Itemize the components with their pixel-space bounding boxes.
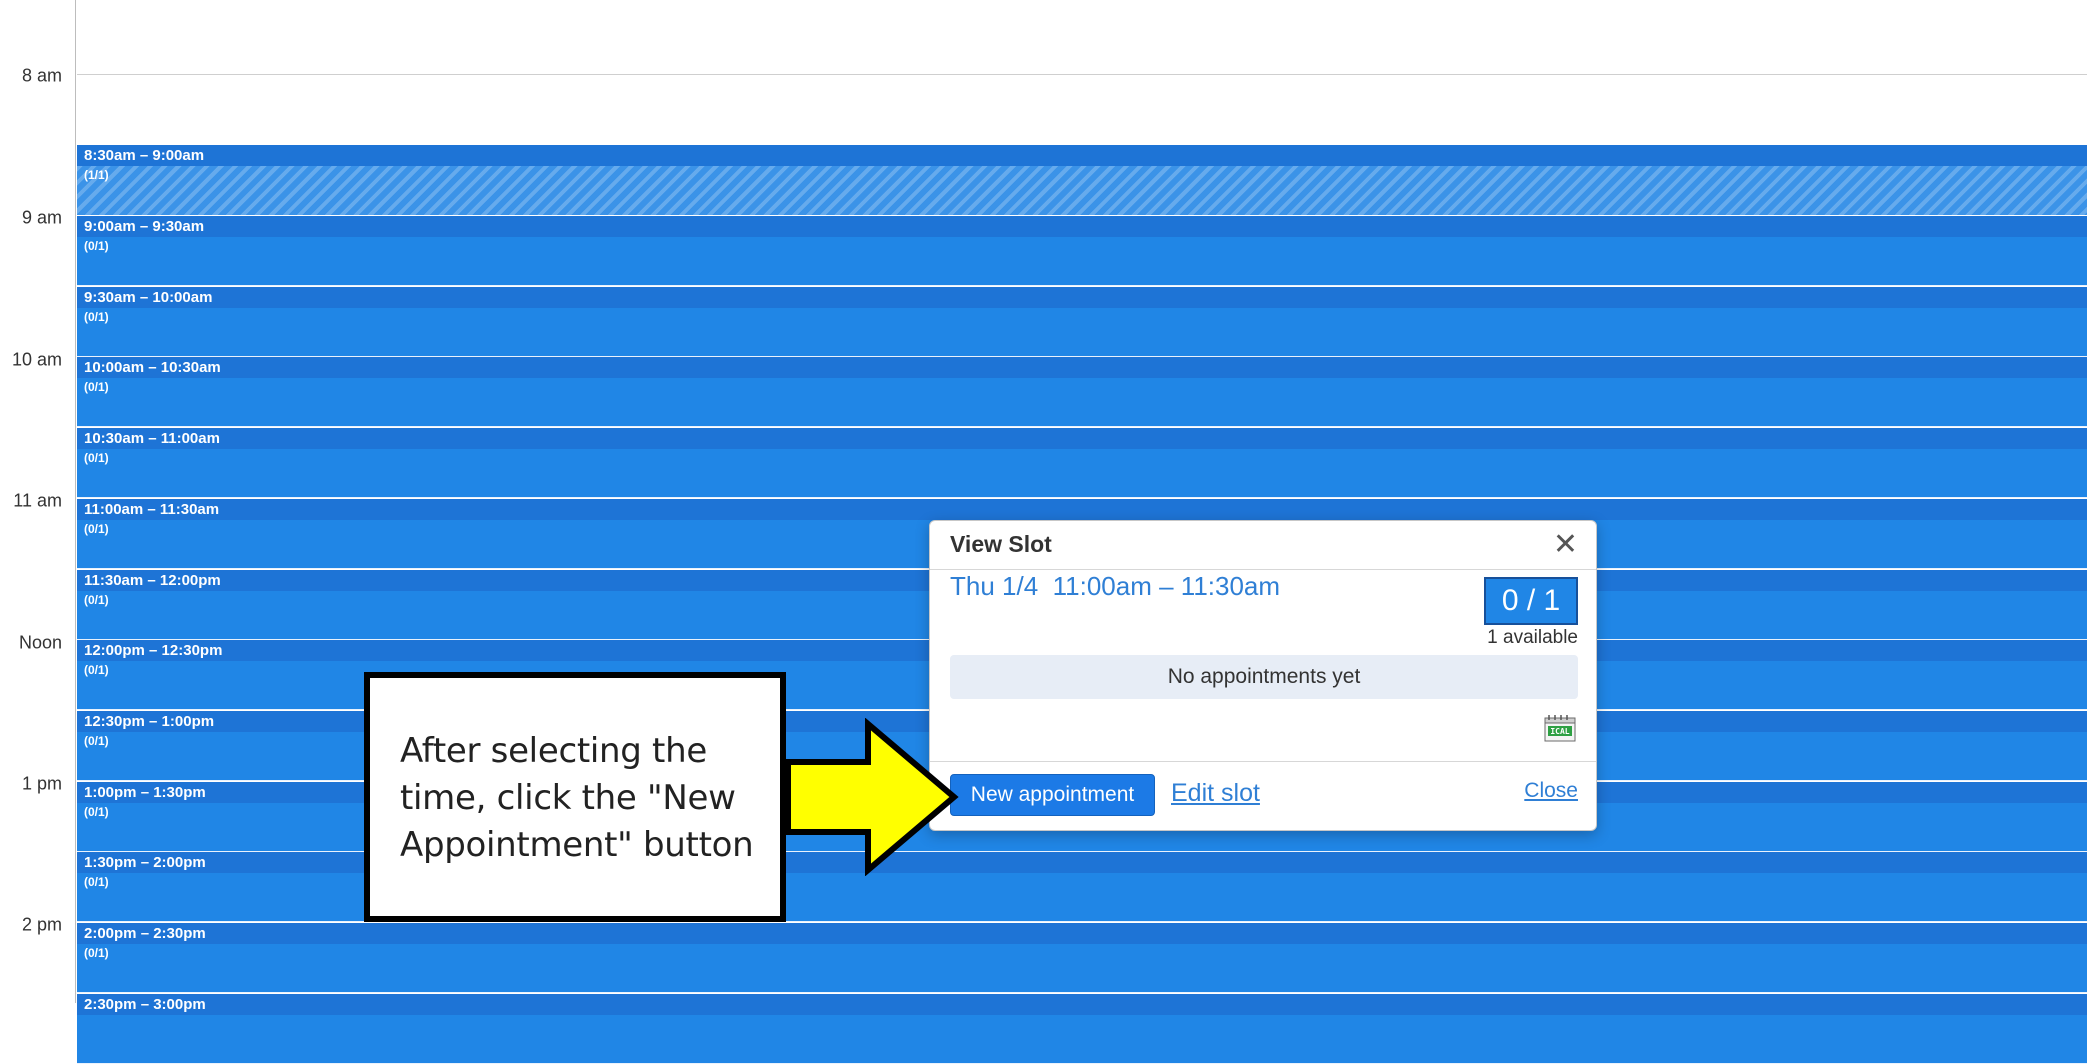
arrow-right-icon bbox=[785, 718, 959, 876]
time-slot[interactable]: 9:30am – 10:00am (0/1) bbox=[77, 287, 2087, 357]
slot-time: 11:30am – 12:00pm bbox=[84, 572, 221, 589]
new-appointment-button[interactable]: New appointment bbox=[950, 774, 1155, 816]
divider bbox=[930, 569, 1596, 570]
slot-count: (0/1) bbox=[84, 451, 109, 465]
availability-label: 1 available bbox=[1487, 627, 1578, 648]
hour-label: 10 am bbox=[11, 349, 62, 370]
hour-label: 8 am bbox=[21, 65, 62, 86]
hour-label: 2 pm bbox=[21, 914, 62, 935]
hour-label: 9 am bbox=[21, 207, 62, 228]
divider bbox=[930, 761, 1596, 762]
slot-time: 1:30pm – 2:00pm bbox=[84, 854, 206, 871]
slot-date: Thu 1/4 bbox=[950, 571, 1039, 601]
slot-time: 11:00am – 11:30am bbox=[84, 501, 220, 518]
hour-label: 11 am bbox=[13, 490, 62, 511]
slot-time: 10:30am – 11:00am bbox=[84, 430, 220, 447]
time-slot[interactable]: 2:30pm – 3:00pm bbox=[77, 994, 2087, 1064]
time-slot[interactable]: 2:00pm – 2:30pm (0/1) bbox=[77, 923, 2087, 993]
slot-count: (1/1) bbox=[84, 168, 109, 182]
slot-time: 2:30pm – 3:00pm bbox=[84, 996, 206, 1013]
slot-time: 12:00pm – 12:30pm bbox=[84, 642, 223, 659]
instruction-callout: After selecting the time, click the "New… bbox=[364, 672, 786, 922]
slot-count: (0/1) bbox=[84, 380, 109, 394]
slot-count: (0/1) bbox=[84, 805, 109, 819]
slot-time: 12:30pm – 1:00pm bbox=[84, 713, 215, 730]
close-link[interactable]: Close bbox=[1524, 779, 1578, 803]
slot-time: 10:00am – 10:30am bbox=[84, 359, 221, 376]
slot-time-range: 11:00am – 11:30am bbox=[1052, 571, 1281, 601]
slot-datetime: Thu 1/4 11:00am – 11:30am bbox=[950, 571, 1280, 602]
time-slot[interactable]: 8:30am – 9:00am (1/1) bbox=[77, 145, 2087, 215]
view-slot-dialog: View Slot ✕ Thu 1/4 11:00am – 11:30am 0 … bbox=[929, 520, 1597, 831]
slot-time: 8:30am – 9:00am bbox=[84, 147, 205, 164]
appointments-empty-state: No appointments yet bbox=[950, 655, 1578, 699]
hour-label: Noon bbox=[18, 632, 62, 653]
slot-time: 1:00pm – 1:30pm bbox=[84, 784, 206, 801]
slot-time: 2:00pm – 2:30pm bbox=[84, 925, 206, 942]
hour-label: 1 pm bbox=[21, 773, 62, 794]
hour-gridline bbox=[77, 74, 2087, 75]
dialog-title: View Slot bbox=[950, 531, 1052, 557]
slot-count: (0/1) bbox=[84, 239, 109, 253]
slot-time: 9:00am – 9:30am bbox=[84, 218, 205, 235]
slot-count: (0/1) bbox=[84, 875, 109, 889]
time-gutter: 8 am 9 am 10 am 11 am Noon 1 pm 2 pm bbox=[0, 0, 76, 1003]
slot-count: (0/1) bbox=[84, 663, 109, 677]
slot-time: 9:30am – 10:00am bbox=[84, 289, 213, 306]
time-slot[interactable]: 10:30am – 11:00am (0/1) bbox=[77, 428, 2087, 498]
slot-count: (0/1) bbox=[84, 593, 109, 607]
edit-slot-link[interactable]: Edit slot bbox=[1171, 779, 1260, 808]
time-slot[interactable]: 9:00am – 9:30am (0/1) bbox=[77, 216, 2087, 286]
time-slot[interactable]: 10:00am – 10:30am (0/1) bbox=[77, 357, 2087, 427]
slot-count: (0/1) bbox=[84, 734, 109, 748]
slot-count: (0/1) bbox=[84, 310, 109, 324]
slot-count: (0/1) bbox=[84, 522, 109, 536]
callout-text: After selecting the time, click the "New… bbox=[400, 731, 754, 865]
ical-label: ICAL bbox=[1550, 727, 1569, 736]
close-icon[interactable]: ✕ bbox=[1553, 527, 1578, 563]
booking-count-badge: 0 / 1 bbox=[1484, 577, 1578, 625]
slot-count: (0/1) bbox=[84, 946, 109, 960]
ical-icon[interactable]: ICAL bbox=[1544, 714, 1576, 742]
